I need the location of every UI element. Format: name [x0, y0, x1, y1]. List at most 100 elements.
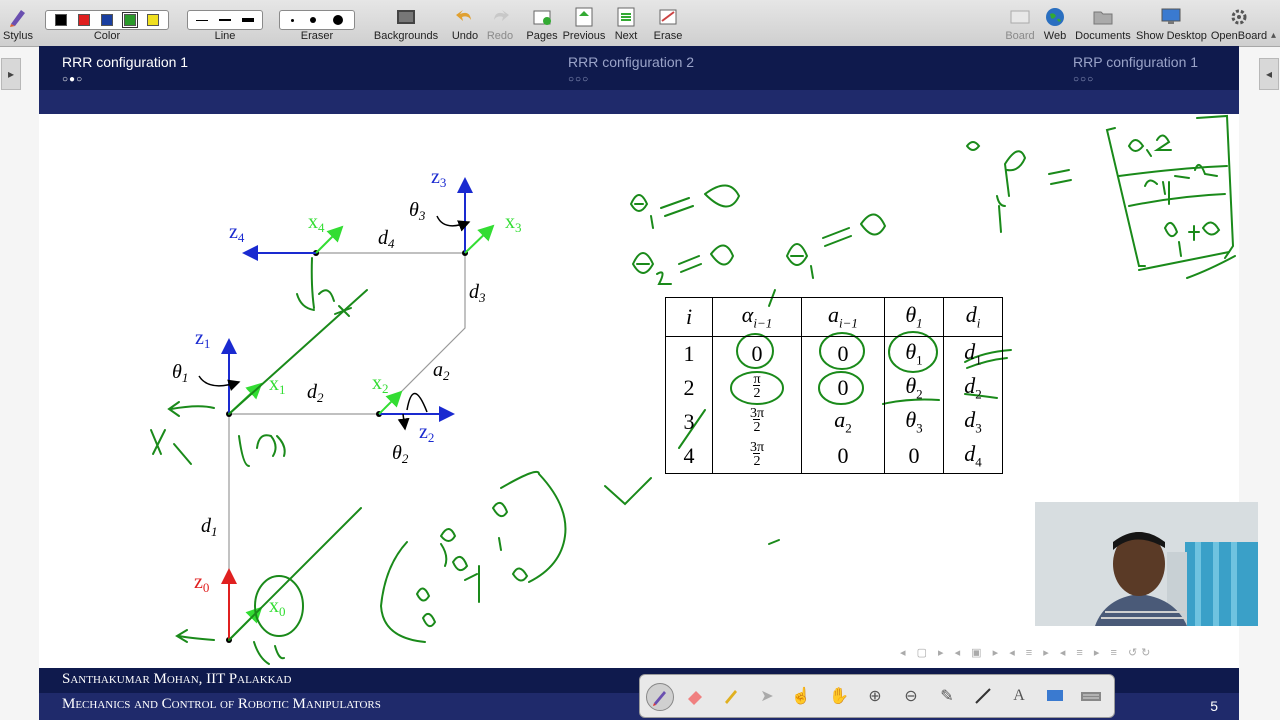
- documents-label: Documents: [1075, 30, 1131, 42]
- undo-button[interactable]: Undo: [448, 2, 482, 44]
- color-palette: [45, 10, 169, 30]
- cell-a: 0: [801, 336, 885, 371]
- marker-tool-button[interactable]: [718, 683, 744, 709]
- redo-button[interactable]: Redo: [484, 2, 516, 44]
- left-panel-toggle[interactable]: ▸: [1, 58, 21, 90]
- line-tool-button[interactable]: [970, 683, 996, 709]
- color-swatch-yellow[interactable]: [147, 14, 160, 26]
- zoom-in-button[interactable]: ⊕: [862, 683, 888, 709]
- label-z3: z3: [431, 166, 446, 190]
- table-row: 2 π2 0 θ2 d2: [665, 371, 1003, 405]
- page-number: 5: [1210, 698, 1218, 714]
- chevron-right-icon: ▸: [7, 67, 15, 81]
- x3-axis: [464, 224, 495, 254]
- header-theta: θ1: [884, 297, 944, 337]
- zoom-out-icon: ⊖: [904, 688, 918, 705]
- cell-i: 3: [665, 405, 713, 439]
- stylus-button[interactable]: Stylus: [2, 2, 34, 44]
- eraser-tool-button[interactable]: [682, 683, 708, 709]
- erase-label: Erase: [653, 30, 683, 42]
- capture-tool-button[interactable]: [1042, 683, 1068, 709]
- color-swatch-blue[interactable]: [100, 14, 113, 26]
- zoom-out-button[interactable]: ⊖: [898, 683, 924, 709]
- pages-label: Pages: [526, 30, 558, 42]
- right-panel-toggle[interactable]: ◂: [1259, 58, 1279, 90]
- laser-pointer-icon: ✎: [940, 688, 954, 705]
- backgrounds-button[interactable]: Backgrounds: [372, 2, 440, 44]
- color-label: Color: [93, 30, 121, 42]
- keyboard-icon: [1081, 692, 1101, 701]
- line-thick[interactable]: [241, 18, 254, 22]
- color-swatch-red[interactable]: [77, 14, 90, 26]
- label-d1: d1: [201, 515, 218, 539]
- stylus-label: Stylus: [3, 30, 33, 42]
- label-x2: x2: [372, 372, 389, 396]
- undo-icon: [456, 10, 471, 21]
- cell-theta: θ1: [884, 336, 944, 371]
- beamer-navigation-symbols[interactable]: ◂ ▢ ▸ ◂ ▣ ▸ ◂ ≡ ▸ ◂ ≡ ▸ ≡ ↺↻: [900, 646, 1154, 659]
- pen-tool-button[interactable]: [646, 683, 674, 711]
- color-swatch-black[interactable]: [54, 14, 67, 26]
- eraser-small[interactable]: [291, 18, 295, 22]
- selector-tool-button[interactable]: ➤: [754, 683, 780, 709]
- cell-theta: θ3: [884, 405, 944, 439]
- label-theta2: θ2: [392, 442, 409, 466]
- documents-button[interactable]: Documents: [1074, 2, 1132, 44]
- pen-icon: [653, 691, 666, 706]
- color-swatch-green[interactable]: [122, 12, 139, 28]
- line-medium[interactable]: [218, 19, 231, 21]
- cell-a: 0: [801, 371, 885, 405]
- chevron-left-icon: ◂: [1265, 67, 1273, 81]
- gear-icon: [1231, 9, 1247, 25]
- board-button[interactable]: Board: [1004, 2, 1036, 44]
- hand-tool-button[interactable]: ✋: [826, 683, 852, 709]
- top-toolbar: Stylus Color Line Eraser Backgrounds Und…: [0, 0, 1280, 47]
- color-group: Color: [44, 2, 170, 44]
- redo-label: Redo: [486, 30, 514, 42]
- keyboard-button[interactable]: [1078, 683, 1104, 709]
- backgrounds-icon: [397, 10, 415, 24]
- label-d3: d3: [469, 281, 486, 305]
- cell-theta: θ2: [884, 371, 944, 405]
- cell-d: d4: [943, 439, 1003, 474]
- pages-button[interactable]: Pages: [526, 2, 558, 44]
- undo-label: Undo: [451, 30, 479, 42]
- laser-pointer-button[interactable]: ✎: [934, 683, 960, 709]
- previous-page-icon: [575, 7, 593, 27]
- eraser-group: Eraser: [278, 2, 356, 44]
- eraser-label: Eraser: [300, 30, 334, 42]
- eraser-medium[interactable]: [310, 17, 317, 23]
- label-x4: x4: [308, 211, 325, 235]
- eraser-large[interactable]: [332, 15, 343, 25]
- show-desktop-label: Show Desktop: [1136, 30, 1207, 42]
- table-row: 4 3π 2 0 0 d4: [665, 439, 1003, 474]
- cell-i: 4: [665, 439, 713, 474]
- backgrounds-label: Backgrounds: [373, 30, 439, 42]
- cell-i: 2: [665, 371, 713, 405]
- cell-a: 0: [801, 439, 885, 474]
- next-button[interactable]: Next: [610, 2, 642, 44]
- erase-button[interactable]: Erase: [650, 2, 686, 44]
- table-row: 3 3π 2 a2 θ3 d3: [665, 405, 1003, 439]
- line-group: Line: [186, 2, 264, 44]
- web-button[interactable]: Web: [1040, 2, 1070, 44]
- board-label: Board: [1005, 30, 1035, 42]
- text-tool-button[interactable]: A: [1006, 683, 1032, 709]
- line-thin[interactable]: [196, 19, 209, 21]
- cell-alpha: 3π 2: [712, 405, 802, 439]
- openboard-button[interactable]: OpenBoard: [1210, 2, 1268, 44]
- eraser-icon: [688, 691, 702, 705]
- label-z0: z0: [194, 571, 209, 595]
- previous-button[interactable]: Previous: [562, 2, 606, 44]
- next-label: Next: [614, 30, 638, 42]
- webcam-video: [1035, 502, 1258, 626]
- collapse-toolbar-icon[interactable]: ▴: [1271, 30, 1276, 41]
- label-z4: z4: [229, 221, 245, 245]
- show-desktop-button[interactable]: Show Desktop: [1136, 2, 1207, 44]
- hand-pointer-icon: ☝: [791, 688, 811, 705]
- eraser-size-palette: [279, 10, 355, 30]
- label-d2: d2: [307, 381, 324, 405]
- cell-d: d3: [943, 405, 1003, 439]
- interact-tool-button[interactable]: ☝: [788, 683, 814, 709]
- folder-icon: [1093, 11, 1113, 25]
